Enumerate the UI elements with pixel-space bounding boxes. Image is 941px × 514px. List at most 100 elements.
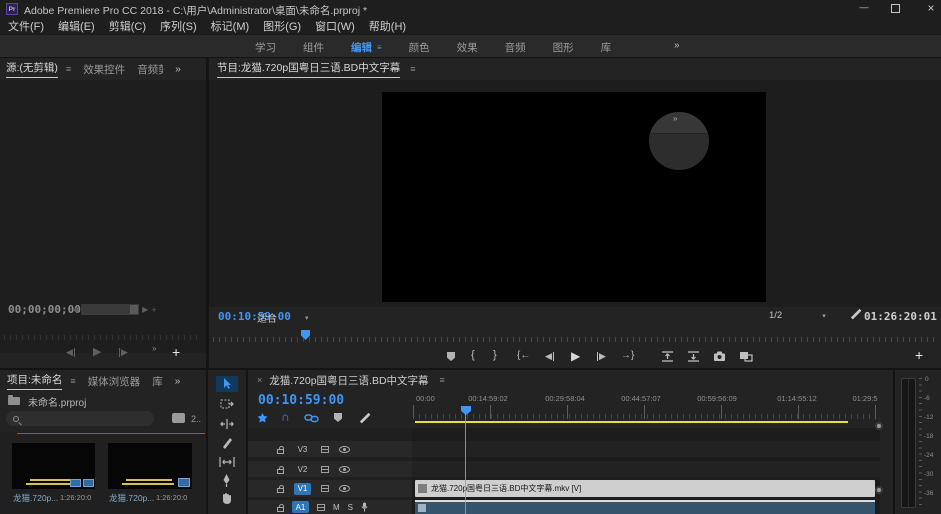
track-select-forward-tool[interactable] (220, 398, 234, 410)
menu-file[interactable]: 文件(F) (8, 18, 44, 34)
workspace-tab-libraries[interactable]: 库 (601, 40, 612, 55)
workspace-tab-audio[interactable]: 音频 (505, 40, 526, 55)
project-item-name[interactable]: 龙猫.720p... (109, 492, 154, 504)
track-target-v3[interactable]: V3 (294, 443, 311, 455)
mark-out-button-icon[interactable]: } (493, 350, 497, 361)
workspace-overflow-icon[interactable]: » (674, 40, 680, 51)
menu-window[interactable]: 窗口(W) (315, 18, 355, 34)
tab-audio-clip-mixer[interactable]: 音频剪辑混合器 (137, 62, 163, 77)
comparison-view-icon[interactable] (739, 351, 753, 362)
workspace-tab-learning[interactable]: 学习 (255, 40, 276, 55)
program-settings-wrench-icon[interactable] (849, 308, 862, 321)
breadcrumb-label[interactable]: 未命名.prproj (28, 394, 86, 409)
workspace-tab-editing-menu-icon[interactable]: ≡ (377, 43, 382, 52)
project-item-thumbnail[interactable] (108, 443, 192, 489)
overlay-chevron-icon[interactable]: » (673, 114, 677, 123)
audio-clip[interactable] (415, 500, 875, 514)
track-output-eye-icon[interactable] (339, 446, 350, 453)
menu-clip[interactable]: 剪辑(C) (109, 18, 146, 34)
workspace-tab-assembly[interactable]: 组件 (303, 40, 324, 55)
menu-help[interactable]: 帮助(H) (369, 18, 406, 34)
project-search-box[interactable] (6, 411, 154, 426)
solo-button[interactable]: S (348, 503, 353, 512)
sync-lock-icon[interactable] (317, 504, 325, 511)
track-lock-icon[interactable] (277, 469, 284, 474)
project-item-name[interactable]: 龙猫.720p... (13, 492, 58, 504)
workspace-tab-graphics[interactable]: 图形 (553, 40, 574, 55)
program-panel-menu-icon[interactable]: ≡ (410, 64, 415, 74)
track-target-v1[interactable]: V1 (294, 483, 311, 495)
slip-tool[interactable] (219, 456, 235, 468)
source-tabs-overflow-icon[interactable]: » (175, 64, 181, 75)
maximize-button-icon[interactable] (891, 4, 900, 13)
track-target-a1[interactable]: A1 (292, 501, 309, 513)
sync-lock-icon[interactable] (321, 485, 329, 492)
play-button-icon[interactable]: ▶ (571, 350, 580, 362)
menu-markers[interactable]: 标记(M) (211, 18, 250, 34)
source-play-button[interactable]: ▶ (93, 347, 101, 358)
timeline-playhead-line[interactable] (465, 414, 466, 514)
mark-in-button-icon[interactable]: { (471, 350, 475, 361)
source-transport-overflow-icon[interactable]: » (152, 344, 156, 353)
tab-sequence[interactable]: 龙猫.720p国粤日三语.BD中文字幕 (269, 373, 428, 388)
menu-sequence[interactable]: 序列(S) (160, 18, 197, 34)
linked-selection-icon[interactable] (304, 412, 319, 424)
lift-button-icon[interactable] (661, 351, 674, 362)
go-to-in-button[interactable]: {← (517, 351, 530, 361)
source-step-back-button[interactable]: ◀ (66, 348, 75, 357)
hand-tool[interactable] (220, 492, 233, 505)
source-step-forward-button[interactable]: ▶ (119, 348, 128, 357)
program-zoom-select[interactable]: 适合 ▾ (257, 310, 309, 325)
step-back-button[interactable]: ◀ (545, 352, 554, 361)
track-target-v2[interactable]: V2 (294, 463, 311, 475)
workspace-tab-editing[interactable]: 编辑 (351, 40, 372, 55)
menu-graphics[interactable]: 图形(G) (263, 18, 301, 34)
sync-lock-icon[interactable] (321, 446, 329, 453)
search-input[interactable] (25, 413, 135, 425)
menu-edit[interactable]: 编辑(E) (58, 18, 95, 34)
program-add-button-icon[interactable]: + (915, 347, 923, 363)
tab-project[interactable]: 项目:未命名 (7, 372, 62, 390)
tab-media-browser[interactable]: 媒体浏览器 (88, 374, 141, 389)
extract-button-icon[interactable] (687, 351, 700, 362)
tab-source[interactable]: 源:(无剪辑) (6, 60, 58, 78)
track-output-eye-icon[interactable] (339, 466, 350, 473)
selection-tool[interactable] (216, 376, 238, 392)
project-item-thumbnail[interactable] (12, 443, 95, 489)
mute-button[interactable]: M (333, 503, 340, 512)
tab-effect-controls[interactable]: 效果控件 (83, 62, 125, 77)
voiceover-mic-icon[interactable] (361, 502, 368, 512)
track-lock-icon[interactable] (277, 449, 284, 454)
razor-tool[interactable] (221, 437, 233, 449)
timeline-tab-close-icon[interactable]: × (257, 375, 262, 385)
sync-lock-icon[interactable] (321, 466, 329, 473)
timeline-ruler[interactable]: 00:00 00:14:59:02 00:29:58:04 00:44:57:0… (413, 392, 880, 424)
pen-tool[interactable] (221, 474, 232, 487)
program-resolution-select[interactable]: 1/2 ▾ (769, 310, 826, 321)
minimize-button-icon[interactable]: — (855, 2, 873, 12)
workspace-tab-color[interactable]: 颜色 (409, 40, 430, 55)
timeline-add-marker-icon[interactable] (334, 413, 342, 422)
timeline-scrollbar-handle[interactable] (875, 486, 883, 494)
new-bin-icon[interactable] (172, 413, 185, 423)
workspace-tab-effects[interactable]: 效果 (457, 40, 478, 55)
track-output-eye-icon[interactable] (339, 485, 350, 492)
source-add-button-icon[interactable]: + (172, 344, 180, 360)
tab-libraries[interactable]: 库 (152, 374, 163, 389)
video-clip[interactable]: 龙猫.720p国粤日三语.BD中文字幕.mkv [V] (415, 480, 875, 497)
project-panel-menu-icon[interactable]: ≡ (70, 376, 75, 386)
program-scrubber[interactable] (213, 330, 937, 342)
nest-sequence-icon[interactable] (256, 412, 269, 424)
snap-magnet-icon[interactable]: ∩ (281, 410, 290, 425)
timeline-settings-wrench-icon[interactable] (358, 412, 371, 425)
step-forward-button[interactable]: ▶ (597, 352, 606, 361)
timeline-panel-menu-icon[interactable]: ≡ (440, 375, 445, 385)
project-tabs-overflow-icon[interactable]: » (175, 376, 181, 387)
timeline-scrollbar-handle[interactable] (875, 422, 883, 430)
export-frame-camera-icon[interactable] (713, 351, 726, 362)
add-marker-button-icon[interactable] (447, 352, 455, 361)
track-lock-icon[interactable] (277, 488, 284, 493)
tab-program[interactable]: 节目:龙猫.720p国粤日三语.BD中文字幕 (217, 60, 400, 78)
track-lock-icon[interactable] (277, 507, 284, 512)
source-panel-menu-icon[interactable]: ≡ (66, 64, 71, 74)
